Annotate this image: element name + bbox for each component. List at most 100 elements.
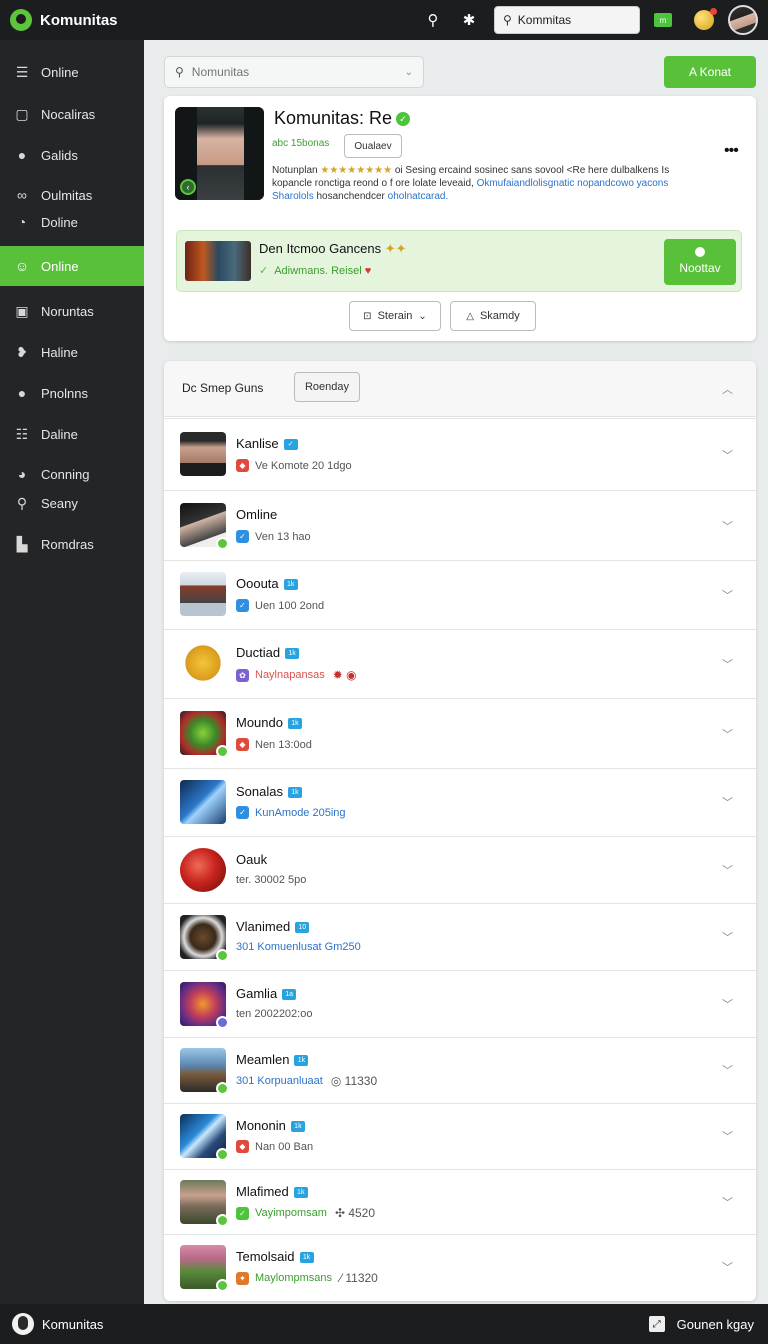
back-icon[interactable]: ‹ — [180, 179, 196, 195]
share-button[interactable]: △ Skamdy — [450, 301, 536, 331]
chart-icon: ▙ — [16, 535, 28, 552]
menu-icon: ☰ — [15, 63, 29, 80]
list-item[interactable]: Omline ✓ Ven 13 hao ﹀ — [164, 490, 756, 560]
chevron-down-icon[interactable]: ﹀ — [722, 447, 733, 463]
profile-small-button[interactable]: Oualaev — [344, 134, 402, 158]
sidebar-item-online[interactable]: ☰ Online — [0, 59, 144, 85]
sidebar-item-galids[interactable]: ● Galids — [0, 142, 144, 168]
list-item[interactable]: Mlafimed 1k ✓ Vayimpomsam ✣ 4520 ﹀ — [164, 1169, 756, 1234]
item-meta: ✓ Vayimpomsam ✣ 4520 — [236, 1206, 375, 1220]
sidebar-item-conning[interactable]: ◕ Conning — [0, 461, 144, 487]
more-options-icon[interactable]: ••• — [724, 142, 739, 160]
item-thumbnail — [180, 915, 229, 962]
search-icon: ⚲ — [16, 494, 28, 511]
sidebar-item-label: Romdras — [41, 536, 94, 552]
check-icon: ✓ — [259, 265, 269, 277]
promo-subtitle: ✓ Adiwmans. Reisel ♥ — [259, 265, 372, 277]
chevron-down-icon[interactable]: ﹀ — [722, 862, 733, 878]
search-icon: ⚲ — [175, 65, 184, 79]
main-search[interactable]: ⚲ ⌄ — [164, 56, 424, 88]
avatar[interactable] — [12, 1313, 34, 1335]
coin-icon[interactable] — [694, 8, 717, 30]
list-item[interactable]: Mononin 1k ◆ Nan 00 Ban ﹀ — [164, 1103, 756, 1169]
list-item[interactable]: Meamlen 1k 301 Korpuanluaat ◎ 11330 ﹀ — [164, 1037, 756, 1103]
main-search-input[interactable] — [191, 65, 405, 79]
shield-icon: ◆ — [236, 738, 249, 751]
top-search-box[interactable]: ⚲ — [494, 6, 640, 34]
item-thumbnail — [180, 1180, 229, 1227]
verified-icon: ✓ — [396, 112, 411, 127]
item-meta: 301 Korpuanluaat ◎ 11330 — [236, 1074, 378, 1088]
online-badge-icon — [216, 745, 229, 758]
item-name: Oauk — [236, 852, 268, 867]
chevron-down-icon[interactable]: ﹀ — [722, 656, 733, 672]
list-filter-button[interactable]: Roenday — [294, 372, 360, 402]
chevron-down-icon[interactable]: ﹀ — [722, 996, 733, 1012]
sidebar-item-haline[interactable]: ❥ Haline — [0, 339, 144, 365]
list-item[interactable]: Moundo 1k ◆ Nen 13:0od ﹀ — [164, 698, 756, 768]
sidebar-item-daline[interactable]: ☷ Daline — [0, 421, 144, 447]
bottom-app-name: Komunitas — [42, 1316, 104, 1332]
chevron-down-icon[interactable]: ﹀ — [722, 929, 733, 945]
item-name: Ductiad 1k — [236, 645, 300, 660]
list-item[interactable]: Ooouta 1k ✓ Uen 100 2ond ﹀ — [164, 560, 756, 629]
sidebar-item-romdras[interactable]: ▙ Romdras — [0, 531, 144, 557]
list-item[interactable]: Ductiad 1k ✿ Naylnapansas ✹ ◉ ﹀ — [164, 629, 756, 698]
star-rating: ★★★★★★★★ — [320, 165, 393, 176]
notification-chip[interactable]: m — [654, 13, 672, 27]
sidebar-item-label: Online — [41, 258, 79, 274]
item-meta: ✓ KunAmode 205ing — [236, 806, 346, 819]
action-button[interactable]: A Konat — [664, 56, 756, 88]
chat-bubble-icon: ☺ — [14, 258, 30, 274]
promo-button[interactable]: Noottav — [664, 239, 736, 285]
chevron-down-icon[interactable]: ﹀ — [722, 1259, 733, 1275]
bottom-right-label: Gounen kgay — [676, 1316, 754, 1332]
stat-icon: ✣ 4520 — [334, 1206, 376, 1220]
sidebar-item-online-active[interactable]: ☺ Online — [0, 246, 144, 286]
sidebar-item-doline[interactable]: ◔ Doline — [0, 209, 144, 235]
sidebar-item-label: Seany — [41, 495, 78, 511]
list-item[interactable]: Sonalas 1k ✓ KunAmode 205ing ﹀ — [164, 768, 756, 836]
chevron-down-icon[interactable]: ﹀ — [722, 1194, 733, 1210]
list-item[interactable]: Gamlia 1a ten 2002202:oo ﹀ — [164, 970, 756, 1037]
list-header: Dc Smep Guns Roenday ︿ — [164, 361, 756, 417]
description-link-2[interactable]: oholnatcarad. — [388, 191, 449, 202]
sparkle-icon: ✦✦ — [384, 241, 407, 256]
level-tag: 1k — [285, 648, 300, 660]
item-meta: ✓ Uen 100 2ond — [236, 599, 324, 612]
list-item[interactable]: Vlanimed 10 301 Komuenlusat Gm250 ﹀ — [164, 903, 756, 970]
chevron-down-icon[interactable]: ﹀ — [722, 1062, 733, 1078]
sidebar-item-seany[interactable]: ⚲ Seany — [0, 490, 144, 516]
chevron-down-icon[interactable]: ﹀ — [722, 587, 733, 603]
expand-icon: ⤢ — [648, 1316, 665, 1332]
top-bar: Komunitas ⚲ ✱ ⚲ m — [0, 0, 768, 40]
list-item[interactable]: Kanlise ✓ ◆ Ve Komote 20 1dgo ﹀ — [164, 418, 756, 490]
chevron-down-icon[interactable]: ﹀ — [722, 726, 733, 742]
bottom-right-action[interactable]: ⤢ Gounen kgay — [648, 1304, 754, 1344]
chevron-down-icon[interactable]: ﹀ — [722, 1128, 733, 1144]
sidebar-item-noruntas[interactable]: ▣ Noruntas — [0, 298, 144, 324]
avatar[interactable] — [728, 5, 758, 35]
grid-icon: ☷ — [15, 425, 29, 442]
chevron-down-icon[interactable]: ﹀ — [722, 794, 733, 810]
top-search-input[interactable] — [517, 13, 628, 27]
chevron-down-icon[interactable]: ﹀ — [722, 518, 733, 534]
sidebar-item-nocaliras[interactable]: ▢ Nocaliras — [0, 101, 144, 127]
brand[interactable]: Komunitas — [10, 9, 118, 31]
stream-icon: ⊡ — [363, 310, 372, 322]
stream-button[interactable]: ⊡ Sterain ⌄ — [349, 301, 441, 331]
notification-dot — [710, 8, 717, 15]
chevron-down-icon[interactable]: ⌄ — [405, 67, 413, 78]
item-name: Temolsaid 1k — [236, 1249, 314, 1264]
item-meta: ✿ Naylnapansas ✹ ◉ — [236, 668, 357, 682]
sidebar-item-oulmitas[interactable]: ∞ Oulmitas — [0, 182, 144, 208]
search-icon[interactable]: ⚲ — [422, 9, 444, 31]
settings-icon[interactable]: ✱ — [458, 9, 480, 31]
chevron-up-icon[interactable]: ︿ — [722, 381, 733, 397]
sidebar-item-pnolnns[interactable]: ● Pnolnns — [0, 380, 144, 406]
sidebar-item-label: Noruntas — [41, 303, 94, 319]
level-tag: 10 — [295, 922, 310, 934]
list-item[interactable]: Temolsaid 1k ✦ Maylompmsans ⁄ 11320 ﹀ — [164, 1234, 756, 1301]
emoji-icons: ✹ ◉ — [332, 668, 357, 682]
list-item[interactable]: Oauk ter. 30002 5po ﹀ — [164, 836, 756, 903]
